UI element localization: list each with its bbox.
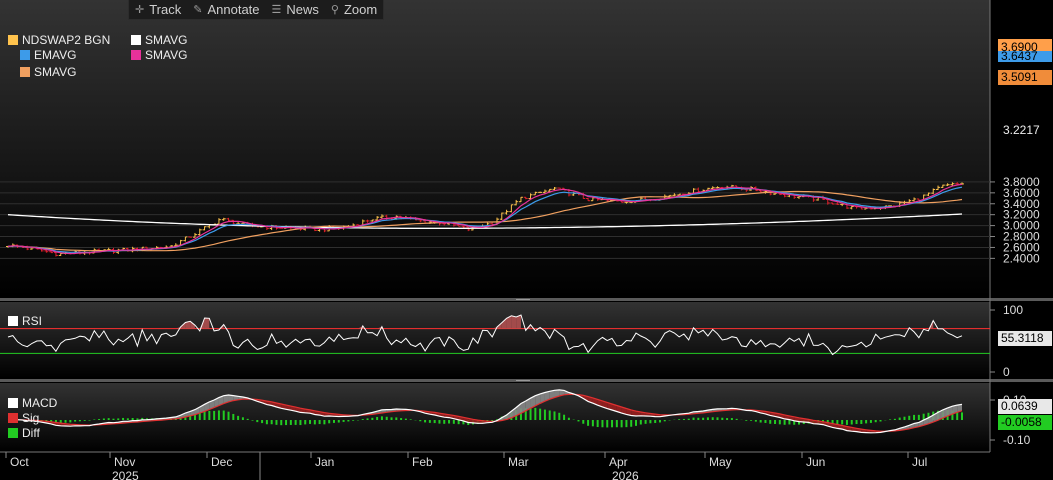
legend-sma-orange[interactable]: SMAVG xyxy=(20,65,76,79)
zoom-label: Zoom xyxy=(343,2,378,17)
year-label: 2026 xyxy=(612,469,639,480)
track-label: Track xyxy=(149,2,182,17)
ema-value-box: 3.6437 xyxy=(998,51,1052,62)
legend-rsi-label: RSI xyxy=(22,314,43,328)
legend-sig-label: Sig xyxy=(22,411,40,425)
legend-sma-pink-label: SMAVG xyxy=(145,48,188,62)
annotate-label: Annotate xyxy=(207,2,260,17)
sma-pink-swatch xyxy=(131,50,141,60)
news-button[interactable]: ☰ News xyxy=(266,0,325,19)
x-tick-label: Jan xyxy=(315,455,334,469)
panel-resize-handle xyxy=(516,380,530,381)
legend-sma-pink[interactable]: SMAVG xyxy=(131,48,187,62)
ticker-swatch xyxy=(8,35,18,45)
ema-swatch xyxy=(20,50,30,60)
macd-value-box: 0.0639 xyxy=(998,399,1052,414)
rsi-value-box: 55.3118 xyxy=(998,331,1052,346)
legend-ema-label: EMAVG xyxy=(34,48,77,62)
macd-tick-label: -0.10 xyxy=(1003,433,1031,447)
rsi-swatch xyxy=(8,316,18,326)
chart-toolbar: ✛ Track ✎ Annotate ☰ News ⚲ Zoom xyxy=(128,0,385,20)
sma-orange-value-box: 3.5091 xyxy=(998,70,1052,85)
main-legend: NDSWAP2 BGN EMAVG SMAVG SMAVG SMAVG xyxy=(0,28,200,84)
rsi-panel-bg xyxy=(0,302,990,378)
magnifier-icon: ⚲ xyxy=(330,4,339,16)
rsi-overbought-fill xyxy=(511,315,517,329)
diff-swatch xyxy=(8,428,18,438)
legend-diff-label: Diff xyxy=(22,426,40,440)
x-tick-label: May xyxy=(709,455,732,469)
rsi-tick-label: 100 xyxy=(1003,303,1023,317)
legend-macd-label: MACD xyxy=(22,396,58,410)
x-tick-label: Feb xyxy=(412,455,433,469)
sma-orange-swatch xyxy=(20,67,30,77)
macd-panel-bg xyxy=(0,383,990,452)
x-tick-label: Jul xyxy=(912,455,927,469)
rsi-overbought-fill xyxy=(204,318,210,329)
x-tick-label: Apr xyxy=(609,455,628,469)
legend-sma-white[interactable]: SMAVG xyxy=(131,33,187,47)
sma-white-value: 3.2217 xyxy=(1003,123,1040,137)
x-tick-label: Dec xyxy=(211,455,232,469)
legend-ticker[interactable]: NDSWAP2 BGN xyxy=(8,33,110,47)
news-label: News xyxy=(286,2,319,17)
legend-diff[interactable]: Diff xyxy=(8,426,40,440)
rsi-tick-label: 0 xyxy=(1003,365,1010,379)
panel-resize-handle xyxy=(516,299,530,300)
legend-sma-orange-label: SMAVG xyxy=(34,65,77,79)
legend-sig[interactable]: Sig xyxy=(8,411,39,425)
x-tick-label: Nov xyxy=(114,455,135,469)
news-icon: ☰ xyxy=(271,4,282,16)
sig-swatch xyxy=(8,413,18,423)
legend-macd[interactable]: MACD xyxy=(8,396,57,410)
legend-rsi[interactable]: RSI xyxy=(8,314,42,328)
diff-value-box: -0.0058 xyxy=(998,415,1052,430)
crosshair-icon: ✛ xyxy=(135,4,145,16)
legend-ticker-label: NDSWAP2 BGN xyxy=(22,33,111,47)
legend-sma-white-label: SMAVG xyxy=(145,33,188,47)
x-tick-label: Oct xyxy=(10,455,29,469)
price-tick-label: 3.8000 xyxy=(1003,175,1040,189)
zoom-button[interactable]: ⚲ Zoom xyxy=(325,0,383,19)
legend-ema[interactable]: EMAVG xyxy=(20,48,76,62)
macd-swatch xyxy=(8,398,18,408)
track-button[interactable]: ✛ Track xyxy=(129,0,187,19)
year-label: 2025 xyxy=(112,469,139,480)
pencil-icon: ✎ xyxy=(193,4,203,16)
x-tick-label: Mar xyxy=(508,455,529,469)
sma-white-swatch xyxy=(131,35,141,45)
annotate-button[interactable]: ✎ Annotate xyxy=(187,0,265,19)
x-tick-label: Jun xyxy=(806,455,825,469)
